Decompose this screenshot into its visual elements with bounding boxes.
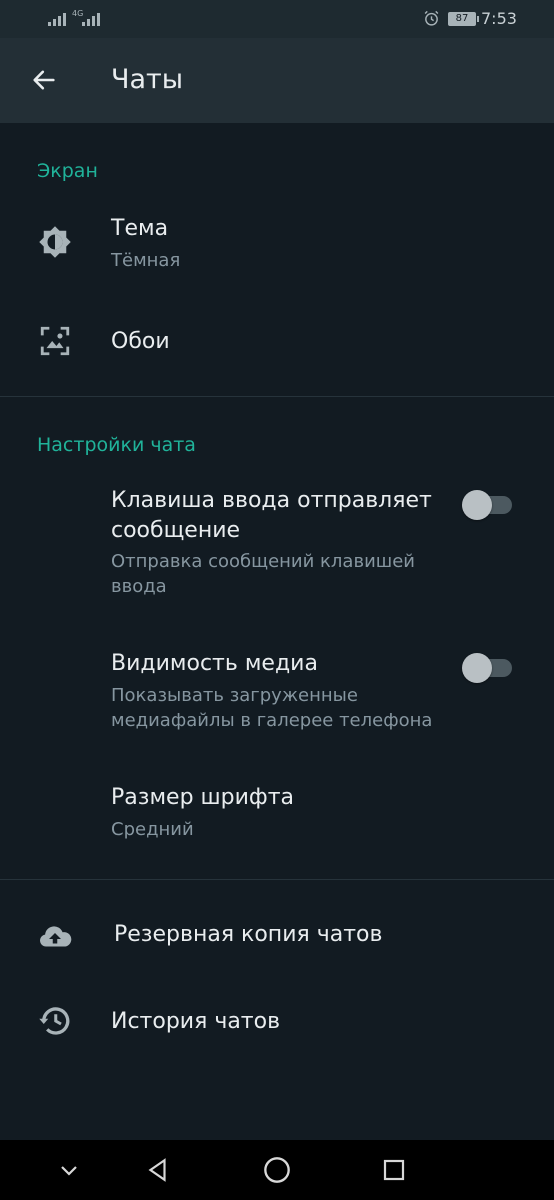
brightness-icon bbox=[35, 222, 75, 262]
arrow-left-icon bbox=[33, 70, 55, 90]
back-button[interactable] bbox=[22, 58, 66, 102]
setting-wallpaper[interactable]: Обои bbox=[0, 300, 554, 388]
setting-title: Обои bbox=[111, 329, 170, 354]
recents-square-icon[interactable] bbox=[376, 1152, 412, 1188]
status-bar: 4G 87 7:53 bbox=[0, 0, 554, 38]
enter-sends-toggle[interactable] bbox=[462, 489, 512, 520]
section-header-screen: Экран bbox=[37, 160, 98, 182]
back-triangle-icon[interactable] bbox=[140, 1152, 176, 1188]
system-nav-bar bbox=[0, 1140, 554, 1200]
setting-subtitle: медиафайлы в галерее телефона bbox=[111, 710, 433, 731]
setting-title: Тема bbox=[111, 216, 169, 241]
wallpaper-icon bbox=[35, 321, 75, 361]
setting-subtitle: Отправка сообщений клавишей bbox=[111, 551, 416, 572]
media-visibility-toggle[interactable] bbox=[462, 652, 512, 683]
setting-enter-sends[interactable]: Клавиша ввода отправляет сообщение Отпра… bbox=[0, 478, 554, 618]
chevron-down-icon[interactable] bbox=[51, 1152, 87, 1188]
setting-subtitle: Средний bbox=[111, 819, 194, 840]
alarm-icon bbox=[424, 10, 439, 26]
setting-theme[interactable]: Тема Тёмная bbox=[0, 200, 554, 292]
setting-title: Размер шрифта bbox=[111, 785, 295, 810]
home-circle-icon[interactable] bbox=[259, 1152, 295, 1188]
setting-chat-history[interactable]: История чатов bbox=[0, 985, 554, 1060]
divider bbox=[0, 396, 554, 397]
setting-subtitle: Показывать загруженные bbox=[111, 685, 358, 706]
setting-title: сообщение bbox=[111, 518, 241, 543]
divider bbox=[0, 879, 554, 880]
history-icon bbox=[35, 1001, 75, 1041]
setting-font-size[interactable]: Размер шрифта Средний bbox=[0, 770, 554, 860]
setting-title: Резервная копия чатов bbox=[114, 922, 383, 947]
setting-chat-backup[interactable]: Резервная копия чатов bbox=[0, 895, 554, 977]
setting-title: Клавиша ввода отправляет bbox=[111, 488, 432, 513]
setting-subtitle: ввода bbox=[111, 576, 167, 597]
setting-media-visibility[interactable]: Видимость медиа Показывать загруженные м… bbox=[0, 640, 554, 752]
page-title: Чаты bbox=[111, 64, 184, 95]
battery-icon: 87 bbox=[448, 12, 479, 26]
setting-title: Видимость медиа bbox=[111, 651, 318, 676]
cloud-upload-icon bbox=[35, 916, 75, 956]
signal-icon bbox=[48, 10, 66, 26]
app-bar: Чаты bbox=[0, 38, 554, 123]
setting-subtitle: Тёмная bbox=[111, 250, 181, 271]
section-header-chat-settings: Настройки чата bbox=[37, 434, 196, 456]
setting-title: История чатов bbox=[111, 1009, 281, 1034]
status-time: 7:53 bbox=[481, 9, 517, 28]
signal-icon bbox=[82, 10, 100, 26]
